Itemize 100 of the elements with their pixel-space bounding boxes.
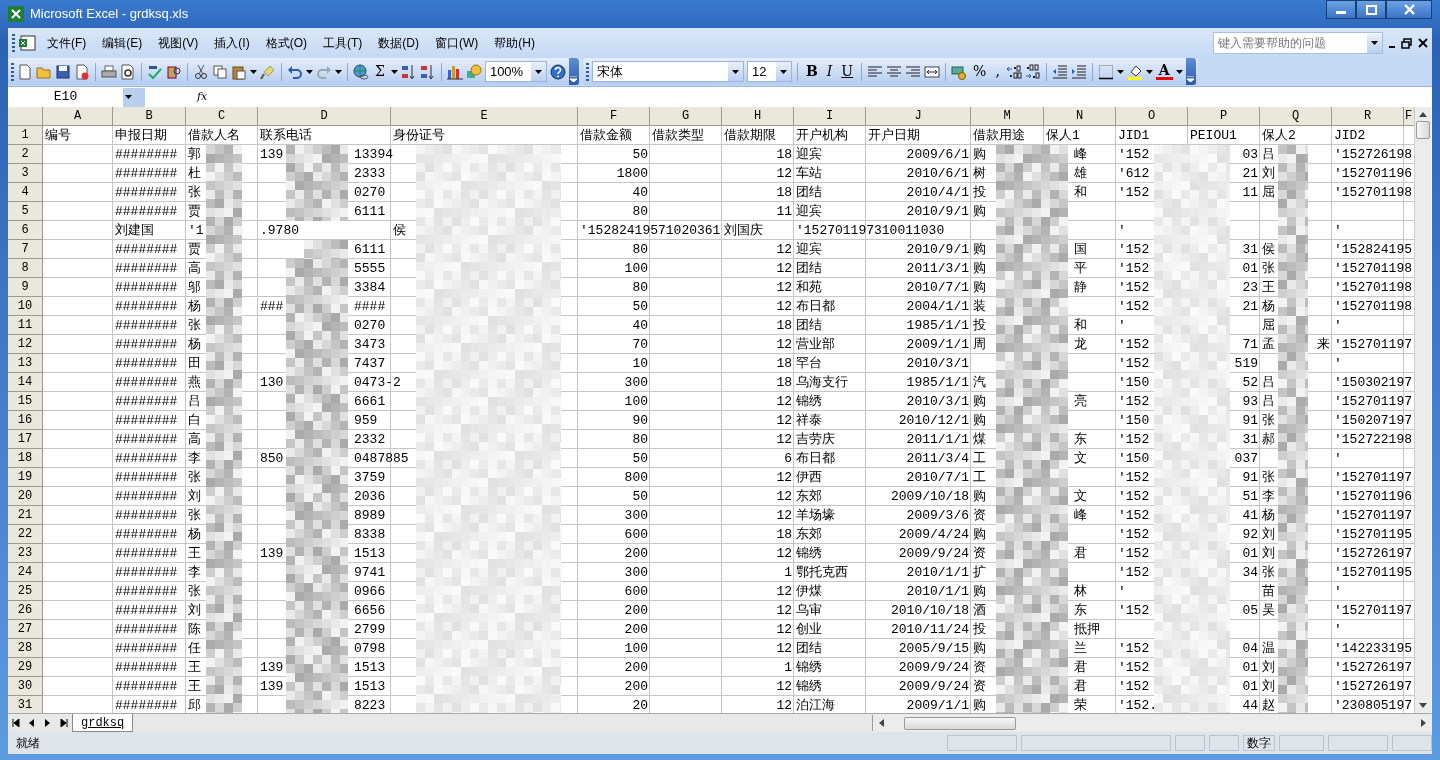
name-box-dropdown[interactable]: [123, 87, 145, 107]
borders-icon[interactable]: [1097, 63, 1114, 80]
row-header[interactable]: 9: [8, 278, 43, 297]
menu-item[interactable]: 帮助(H): [488, 32, 541, 54]
spelling-icon[interactable]: [147, 63, 163, 80]
column-header[interactable]: B: [113, 107, 186, 126]
permission-icon[interactable]: [74, 63, 90, 80]
sort-ascending-icon[interactable]: [400, 63, 417, 80]
drawing-icon[interactable]: [465, 63, 482, 80]
row-header[interactable]: 27: [8, 620, 43, 639]
toolbar-grip[interactable]: [12, 34, 15, 52]
new-file-icon[interactable]: [17, 63, 33, 80]
caret-icon[interactable]: [335, 69, 342, 74]
caret-icon[interactable]: [534, 69, 542, 74]
menu-item[interactable]: 工具(T): [317, 32, 369, 54]
font-dropdown[interactable]: 宋体: [591, 61, 744, 82]
row-header[interactable]: 4: [8, 183, 43, 202]
font-color-button[interactable]: A: [1155, 63, 1173, 80]
last-sheet-icon[interactable]: [60, 719, 68, 727]
menu-item[interactable]: 插入(I): [208, 32, 256, 54]
next-sheet-icon[interactable]: [44, 719, 52, 727]
column-header[interactable]: E: [391, 107, 578, 126]
toolbar-options-button[interactable]: [1185, 58, 1196, 85]
workbook-icon[interactable]: [19, 34, 37, 52]
currency-icon[interactable]: [951, 63, 968, 80]
column-header[interactable]: C: [186, 107, 258, 126]
row-header[interactable]: 24: [8, 563, 43, 582]
column-header[interactable]: O: [1116, 107, 1188, 126]
row-header[interactable]: 12: [8, 335, 43, 354]
align-left-icon[interactable]: [867, 63, 884, 80]
maximize-button[interactable]: [1356, 0, 1386, 19]
caret-icon[interactable]: [1371, 41, 1378, 45]
scroll-left-icon[interactable]: [879, 719, 884, 727]
caret-icon[interactable]: [1145, 69, 1153, 74]
row-header[interactable]: 15: [8, 392, 43, 411]
bar-chart-icon[interactable]: [446, 63, 463, 80]
decrease-decimal-icon[interactable]: [1024, 63, 1041, 80]
column-header[interactable]: J: [866, 107, 971, 126]
menu-item[interactable]: 编辑(E): [96, 32, 149, 54]
row-header[interactable]: 26: [8, 601, 43, 620]
menu-item[interactable]: 视图(V): [152, 32, 205, 54]
row-header[interactable]: 2: [8, 145, 43, 164]
hyperlink-icon[interactable]: [353, 63, 369, 80]
toolbar-options-icon[interactable]: [570, 76, 578, 82]
cut-icon[interactable]: [193, 63, 209, 80]
print-preview-icon[interactable]: [120, 63, 136, 80]
italic-button[interactable]: I: [823, 61, 836, 82]
merge-center-icon[interactable]: [924, 63, 941, 80]
font-size-dropdown[interactable]: 12: [746, 61, 792, 82]
scroll-up-icon[interactable]: [1419, 112, 1427, 117]
increase-indent-icon[interactable]: [1070, 63, 1087, 80]
fill-color-icon[interactable]: [1126, 63, 1143, 80]
row-header[interactable]: 28: [8, 639, 43, 658]
print-icon[interactable]: [101, 63, 117, 80]
toolbar-grip[interactable]: [11, 62, 14, 81]
sheet-tab[interactable]: grdksq: [72, 714, 134, 732]
caret-icon[interactable]: [250, 69, 257, 74]
underline-button[interactable]: U: [838, 61, 857, 82]
column-header[interactable]: A: [43, 107, 113, 126]
caret-icon[interactable]: [390, 69, 398, 74]
align-center-icon[interactable]: [886, 63, 903, 80]
row-header[interactable]: 22: [8, 525, 43, 544]
menu-item[interactable]: 数据(D): [372, 32, 425, 54]
toolbar-grip[interactable]: [585, 62, 589, 81]
scroll-thumb[interactable]: [1416, 121, 1430, 139]
row-header[interactable]: 25: [8, 582, 43, 601]
row-header[interactable]: 29: [8, 658, 43, 677]
row-header[interactable]: 3: [8, 164, 43, 183]
caret-icon[interactable]: [779, 69, 787, 74]
caret-icon[interactable]: [731, 69, 739, 74]
row-header[interactable]: 23: [8, 544, 43, 563]
paste-icon[interactable]: [231, 63, 247, 80]
scroll-thumb[interactable]: [904, 716, 1016, 730]
vertical-scrollbar[interactable]: [1414, 107, 1431, 713]
row-header[interactable]: 7: [8, 240, 43, 259]
close-icon[interactable]: [1418, 38, 1428, 48]
column-header[interactable]: M: [971, 107, 1044, 126]
toolbar-options-button[interactable]: [568, 58, 579, 85]
help-icon[interactable]: [549, 63, 566, 80]
save-icon[interactable]: [55, 63, 71, 80]
sort-descending-icon[interactable]: [419, 63, 436, 80]
name-box[interactable]: E10: [8, 87, 123, 107]
first-sheet-icon[interactable]: [12, 719, 20, 727]
help-search-field[interactable]: 键入需要帮助的问题: [1213, 32, 1383, 54]
row-header[interactable]: 11: [8, 316, 43, 335]
row-header[interactable]: 17: [8, 430, 43, 449]
caret-icon[interactable]: [306, 69, 313, 74]
row-header[interactable]: 8: [8, 259, 43, 278]
caret-icon[interactable]: [125, 95, 132, 99]
row-header[interactable]: 31: [8, 696, 43, 713]
minimize-button[interactable]: [1326, 0, 1356, 19]
zoom-dropdown[interactable]: 100%: [484, 61, 547, 82]
menu-item[interactable]: 格式(O): [259, 32, 313, 54]
bold-button[interactable]: B: [802, 61, 821, 82]
caret-icon[interactable]: [1175, 69, 1183, 74]
column-header[interactable]: N: [1044, 107, 1116, 126]
row-header[interactable]: 21: [8, 506, 43, 525]
column-header[interactable]: H: [722, 107, 794, 126]
percent-button[interactable]: %: [970, 61, 990, 82]
menu-item[interactable]: 文件(F): [41, 32, 93, 54]
